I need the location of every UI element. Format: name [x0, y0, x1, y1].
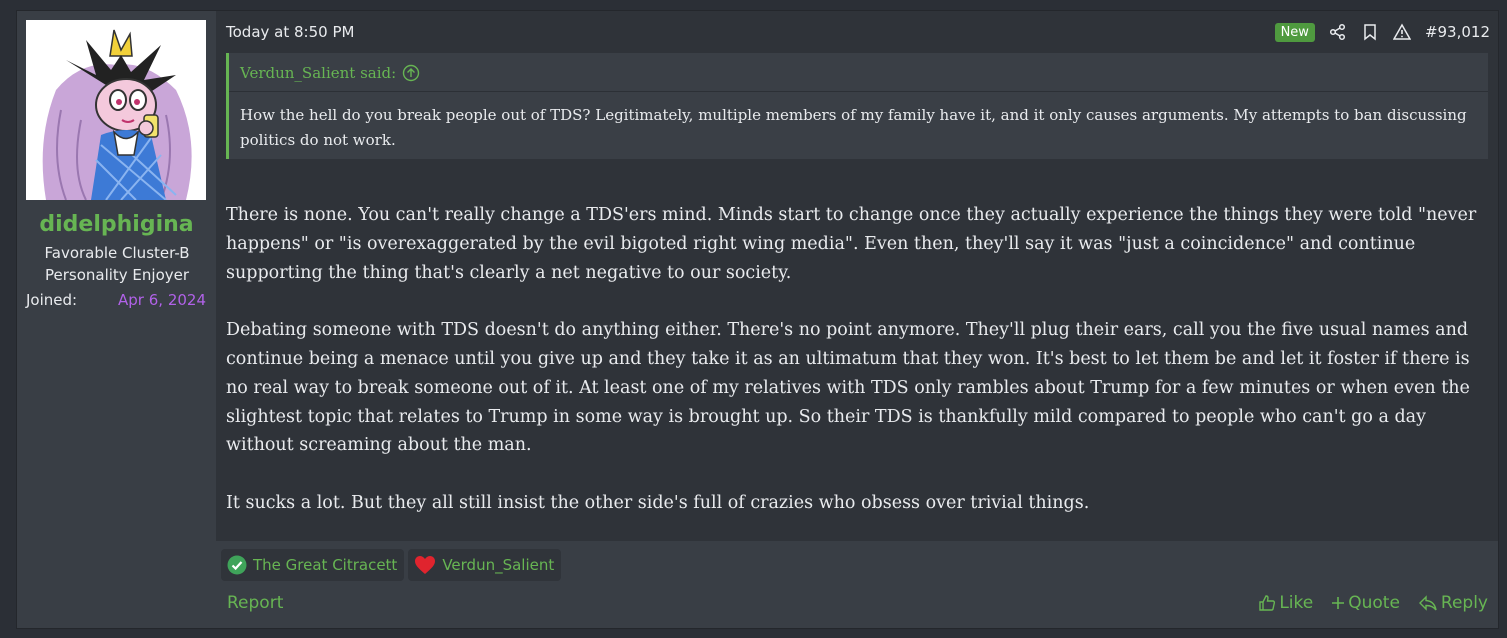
post-paragraph: There is none. You can't really change a… — [226, 205, 1477, 283]
new-badge: New — [1274, 22, 1315, 42]
heart-icon — [415, 556, 436, 574]
quote-divider — [229, 91, 1488, 92]
avatar[interactable] — [26, 20, 206, 200]
post-actions: New #93,012 — [1274, 21, 1490, 43]
bookmark-icon[interactable] — [1361, 23, 1379, 41]
quote-button[interactable]: Quote — [1331, 593, 1400, 613]
joined-date: Apr 6, 2024 — [118, 291, 206, 309]
arrow-up-circle-icon[interactable] — [402, 64, 420, 82]
thumbs-up-icon — [1259, 595, 1276, 611]
check-circle-icon — [227, 555, 247, 575]
post-main: Today at 8:50 PM New #93,012 Verdun_Sali… — [216, 11, 1498, 541]
post-paragraph: Debating someone with TDS doesn't do any… — [226, 320, 1470, 456]
joined-label: Joined: — [26, 291, 78, 309]
avatar-illustration — [26, 20, 206, 200]
reaction-item[interactable]: The Great Citracett — [221, 549, 405, 581]
quote-attribution[interactable]: Verdun_Salient said: — [240, 64, 420, 82]
reactions-bar: The Great Citracett Verdun_Salient — [221, 549, 562, 581]
post-number[interactable]: #93,012 — [1425, 23, 1490, 41]
reaction-user[interactable]: Verdun_Salient — [442, 556, 554, 574]
quote-block: Verdun_Salient said: How the hell do you… — [226, 53, 1488, 159]
post-paragraph: It sucks a lot. But they all still insis… — [226, 492, 1090, 513]
post-footer: The Great Citracett Verdun_Salient Repor… — [216, 541, 1498, 628]
share-icon[interactable] — [1329, 23, 1347, 41]
report-link[interactable]: Report — [227, 593, 283, 613]
reaction-user[interactable]: The Great Citracett — [253, 556, 397, 574]
user-info-column: didelphigina Favorable Cluster-B Persona… — [17, 11, 216, 628]
post-body: There is none. You can't really change a… — [226, 201, 1488, 547]
like-button[interactable]: Like — [1258, 593, 1313, 613]
quote-author[interactable]: Verdun_Salient said: — [240, 64, 396, 82]
post-bottom-actions: Like Quote Reply — [1258, 593, 1488, 613]
post-container: didelphigina Favorable Cluster-B Persona… — [16, 10, 1499, 629]
reply-button[interactable]: Reply — [1418, 593, 1488, 613]
reaction-item[interactable]: Verdun_Salient — [408, 549, 562, 581]
report-warning-icon[interactable] — [1392, 23, 1412, 41]
user-title: Favorable Cluster-B Personality Enjoyer — [44, 244, 190, 284]
quote-label: Quote — [1348, 593, 1400, 613]
reply-arrow-icon — [1418, 595, 1437, 611]
username[interactable]: didelphigina — [17, 212, 216, 237]
plus-icon — [1332, 597, 1345, 609]
quote-text: How the hell do you break people out of … — [240, 106, 1467, 149]
reply-label: Reply — [1440, 593, 1488, 613]
like-label: Like — [1279, 593, 1314, 613]
post-timestamp[interactable]: Today at 8:50 PM — [226, 23, 354, 41]
